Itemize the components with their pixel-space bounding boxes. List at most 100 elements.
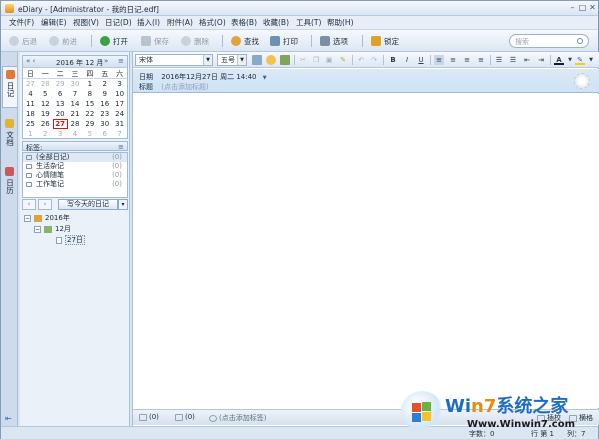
align-center-icon[interactable]: ≡ bbox=[448, 55, 458, 65]
paste-icon[interactable]: ▣ bbox=[324, 55, 334, 65]
calendar-day[interactable]: 18 bbox=[23, 109, 38, 119]
menu-favorites[interactable]: 收藏(B) bbox=[263, 17, 289, 28]
bold-button[interactable]: B bbox=[388, 55, 398, 65]
date-value[interactable]: 2016年12月27日 周二 14:40 bbox=[161, 73, 256, 81]
comments-count[interactable]: (0) bbox=[175, 413, 195, 421]
write-today-button[interactable]: 写今天的日记 bbox=[58, 199, 118, 210]
font-size-select[interactable]: 五号 ▼ bbox=[217, 54, 247, 66]
menu-view[interactable]: 视图(V) bbox=[73, 17, 99, 28]
menu-insert[interactable]: 插入(I) bbox=[137, 17, 160, 28]
calendar-day[interactable]: 14 bbox=[68, 99, 83, 109]
calendar-day[interactable]: 4 bbox=[68, 129, 83, 139]
undo-icon[interactable]: ↶ bbox=[356, 55, 366, 65]
calendar-day[interactable]: 19 bbox=[38, 109, 53, 119]
calendar-day[interactable]: 29 bbox=[82, 119, 97, 129]
search-input[interactable]: 搜索 bbox=[509, 34, 589, 48]
calendar-day[interactable]: 7 bbox=[112, 129, 127, 139]
copy-icon[interactable]: ❐ bbox=[311, 55, 321, 65]
tag-item[interactable]: 生活杂记 (0) bbox=[23, 162, 127, 171]
format-brush-icon[interactable]: ✎ bbox=[338, 55, 348, 65]
calendar-day[interactable]: 13 bbox=[53, 99, 68, 109]
open-button[interactable]: 打开 bbox=[100, 34, 128, 48]
menu-tools[interactable]: 工具(T) bbox=[296, 17, 321, 28]
calendar-day[interactable]: 1 bbox=[82, 79, 97, 89]
calendar-day[interactable]: 5 bbox=[82, 129, 97, 139]
tag-item[interactable]: (全部日记) (0) bbox=[23, 153, 127, 162]
calendar-day[interactable]: 7 bbox=[68, 89, 83, 99]
calendar-day[interactable]: 11 bbox=[23, 99, 38, 109]
entry-next-button[interactable]: › bbox=[38, 199, 52, 210]
write-today-dropdown[interactable]: ▾ bbox=[118, 199, 128, 210]
menu-help[interactable]: 帮助(H) bbox=[327, 17, 354, 28]
calendar-day[interactable]: 28 bbox=[68, 119, 83, 129]
calendar-day[interactable]: 24 bbox=[112, 109, 127, 119]
lock-button[interactable]: 锁定 bbox=[371, 34, 399, 48]
calendar-day[interactable]: 30 bbox=[97, 119, 112, 129]
weather-sun-icon[interactable] bbox=[574, 73, 590, 89]
calendar-menu-icon[interactable]: ≡ bbox=[118, 57, 124, 65]
print-button[interactable]: 打印 bbox=[270, 34, 298, 48]
attachments-count[interactable]: (0) bbox=[139, 413, 159, 421]
calendar-prev-button[interactable]: « ‹ bbox=[26, 57, 35, 65]
font-select[interactable]: 宋体 ▼ bbox=[135, 54, 213, 66]
highlight-dropdown[interactable]: ▼ bbox=[586, 55, 596, 65]
font-color-button[interactable]: A bbox=[554, 55, 564, 65]
close-button[interactable]: ✕ bbox=[587, 3, 598, 13]
calendar-day[interactable]: 3 bbox=[53, 129, 68, 139]
find-button[interactable]: 查找 bbox=[231, 34, 259, 48]
highlight-icon[interactable]: ✎ bbox=[575, 55, 585, 65]
calendar-day[interactable]: 8 bbox=[82, 89, 97, 99]
calendar-day[interactable]: 27 bbox=[52, 119, 68, 129]
align-left-icon[interactable]: ≡ bbox=[434, 55, 444, 65]
back-button[interactable]: 后退 bbox=[9, 34, 37, 48]
numbered-list-icon[interactable]: ☰ bbox=[494, 55, 504, 65]
calendar-day[interactable]: 12 bbox=[38, 99, 53, 109]
calendar-day[interactable]: 26 bbox=[38, 119, 53, 129]
tab-diary[interactable]: 日记 bbox=[2, 66, 17, 108]
underline-button[interactable]: U bbox=[416, 55, 426, 65]
tag-item[interactable]: 工作笔记 (0) bbox=[23, 180, 127, 189]
calendar-day[interactable]: 4 bbox=[23, 89, 38, 99]
tag-item[interactable]: 心情随笔 (0) bbox=[23, 171, 127, 180]
collapse-panel-icon[interactable]: ⇤ bbox=[5, 414, 12, 423]
menu-table[interactable]: 表格(B) bbox=[231, 17, 257, 28]
tab-calendar[interactable]: 日历 bbox=[2, 164, 17, 200]
calendar-day[interactable]: 28 bbox=[38, 79, 53, 89]
menu-file[interactable]: 文件(F) bbox=[9, 17, 34, 28]
bullet-list-icon[interactable]: ☰ bbox=[508, 55, 518, 65]
calendar-day[interactable]: 5 bbox=[38, 89, 53, 99]
menu-format[interactable]: 格式(O) bbox=[199, 17, 226, 28]
calendar-day[interactable]: 9 bbox=[97, 89, 112, 99]
save-button[interactable]: 保存 bbox=[141, 34, 169, 48]
search-icon[interactable] bbox=[577, 38, 583, 44]
calendar-day[interactable]: 21 bbox=[68, 109, 83, 119]
collapse-icon[interactable]: − bbox=[34, 225, 41, 233]
calendar-day[interactable]: 15 bbox=[82, 99, 97, 109]
delete-button[interactable]: 删除 bbox=[181, 34, 209, 48]
tab-docs[interactable]: 文档 bbox=[2, 116, 17, 152]
calendar-day[interactable]: 16 bbox=[97, 99, 112, 109]
diary-body-editor[interactable] bbox=[133, 94, 599, 408]
calendar-day[interactable]: 2 bbox=[38, 129, 53, 139]
calendar-day[interactable]: 6 bbox=[53, 89, 68, 99]
calendar-day[interactable]: 27 bbox=[23, 79, 38, 89]
calendar-day[interactable]: 6 bbox=[97, 129, 112, 139]
title-input[interactable]: (点击添加标题) bbox=[161, 83, 208, 91]
add-tag[interactable]: (点击添加标签) bbox=[209, 413, 266, 423]
menu-diary[interactable]: 日记(D) bbox=[105, 17, 132, 28]
insert-table-icon[interactable] bbox=[280, 55, 290, 65]
calendar-day[interactable]: 23 bbox=[97, 109, 112, 119]
forward-button[interactable]: 前进 bbox=[49, 34, 77, 48]
calendar-day[interactable]: 2 bbox=[97, 79, 112, 89]
calendar-day[interactable]: 31 bbox=[112, 119, 127, 129]
calendar-day[interactable]: 20 bbox=[53, 109, 68, 119]
calendar-day[interactable]: 3 bbox=[112, 79, 127, 89]
align-right-icon[interactable]: ≡ bbox=[462, 55, 472, 65]
calendar-next-button[interactable]: › » bbox=[99, 57, 108, 65]
tree-node-year[interactable]: − 2016年 bbox=[24, 213, 70, 223]
calendar-day[interactable]: 25 bbox=[23, 119, 38, 129]
font-color-dropdown[interactable]: ▼ bbox=[565, 55, 575, 65]
insert-image-icon[interactable] bbox=[252, 55, 262, 65]
italic-button[interactable]: I bbox=[402, 55, 412, 65]
calendar-day[interactable]: 30 bbox=[68, 79, 83, 89]
